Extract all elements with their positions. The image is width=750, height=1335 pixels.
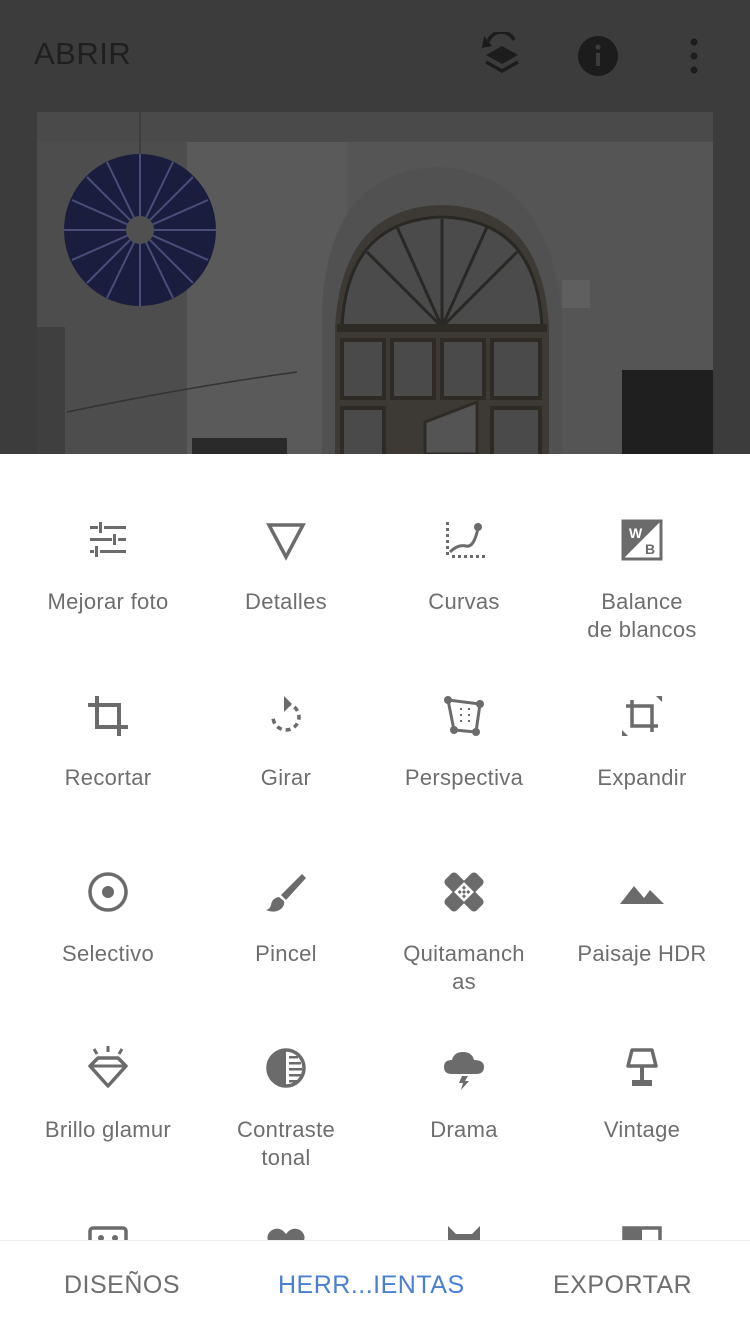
more-vert-icon[interactable] [684,36,704,76]
top-bar: ABRIR [0,0,750,112]
tool-selectivo[interactable]: Selectivo [19,848,197,1024]
face-filter-icon [448,1226,480,1240]
tool-label: Expandir [597,765,687,790]
tool-label: Selectivo [62,941,154,966]
healing-bandage-icon [444,872,484,912]
tool-vintage[interactable]: Vintage [553,1024,731,1200]
layers-undo-icon[interactable] [480,32,524,80]
tool-expandir[interactable]: Expandir [553,672,731,848]
tool-partial[interactable] [375,1200,553,1240]
tool-detalles[interactable]: Detalles [197,496,375,672]
crop-icon [88,696,128,736]
tool-quitamanchas[interactable]: Quitamanch as [375,848,553,1024]
tools-panel: Mejorar foto Detalles Curvas W B Balance… [0,454,750,1240]
tool-brillo-glamur[interactable]: Brillo glamur [19,1024,197,1200]
lamp-icon [626,1048,658,1086]
tool-contraste-tonal[interactable]: Contraste tonal [197,1024,375,1200]
tool-label: Drama [430,1117,498,1142]
tool-partial[interactable] [19,1200,197,1240]
tool-label: Detalles [245,589,327,614]
svg-text:B: B [645,541,655,557]
tool-label: Vintage [603,1117,681,1142]
rotate-icon [271,696,301,732]
diamond-glow-icon [88,1046,128,1088]
tool-label: Balance de blancos [587,589,697,642]
tool-mejorar-foto[interactable]: Mejorar foto [19,496,197,672]
tool-label: Girar [260,765,312,790]
tool-label: Paisaje HDR [577,941,707,966]
white-balance-icon: W B [621,519,663,561]
open-button[interactable]: ABRIR [34,36,131,72]
curves-icon [446,522,485,558]
tool-drama[interactable]: Drama [375,1024,553,1200]
tool-label: Curvas [428,589,500,614]
frame-icon [622,1226,662,1240]
tool-label: Mejorar foto [47,589,169,614]
perspective-icon [444,696,484,736]
bottom-tab-bar: DISEÑOS HERR...IENTAS EXPORTAR [0,1240,750,1335]
tonal-contrast-icon [266,1048,306,1088]
photo-preview-area [0,112,750,454]
tune-sliders-icon [90,522,126,557]
tools-grid: Mejorar foto Detalles Curvas W B Balance… [19,496,731,1240]
info-icon[interactable] [577,35,619,77]
brush-icon [266,874,306,912]
storm-cloud-icon [444,1052,484,1090]
tool-balance-de-blancos[interactable]: W B Balance de blancos [553,496,731,672]
tool-paisaje-hdr[interactable]: Paisaje HDR [553,848,731,1024]
tool-partial[interactable] [553,1200,731,1240]
tab-tools[interactable]: HERR...IENTAS [278,1271,465,1300]
tool-girar[interactable]: Girar [197,672,375,848]
tool-recortar[interactable]: Recortar [19,672,197,848]
tool-label: Contraste tonal [236,1117,336,1170]
tool-label: Perspectiva [404,765,524,790]
photo-preview [37,112,713,454]
tool-label: Quitamanch as [403,941,525,994]
expand-icon [622,696,662,736]
tab-export[interactable]: EXPORTAR [553,1271,692,1300]
tool-partial[interactable] [197,1200,375,1240]
selective-target-icon [88,872,128,912]
tool-pincel[interactable]: Pincel [197,848,375,1024]
tool-label: Brillo glamur [44,1117,172,1142]
tab-designs[interactable]: DISEÑOS [64,1271,180,1300]
heart-icon [267,1228,305,1240]
svg-text:W: W [629,525,643,541]
mountains-icon [620,886,664,904]
triangle-details-icon [266,523,306,561]
grunge-icon [88,1226,128,1240]
tool-curvas[interactable]: Curvas [375,496,553,672]
tool-label: Pincel [255,941,317,966]
tool-label: Recortar [64,765,152,790]
tool-perspectiva[interactable]: Perspectiva [375,672,553,848]
